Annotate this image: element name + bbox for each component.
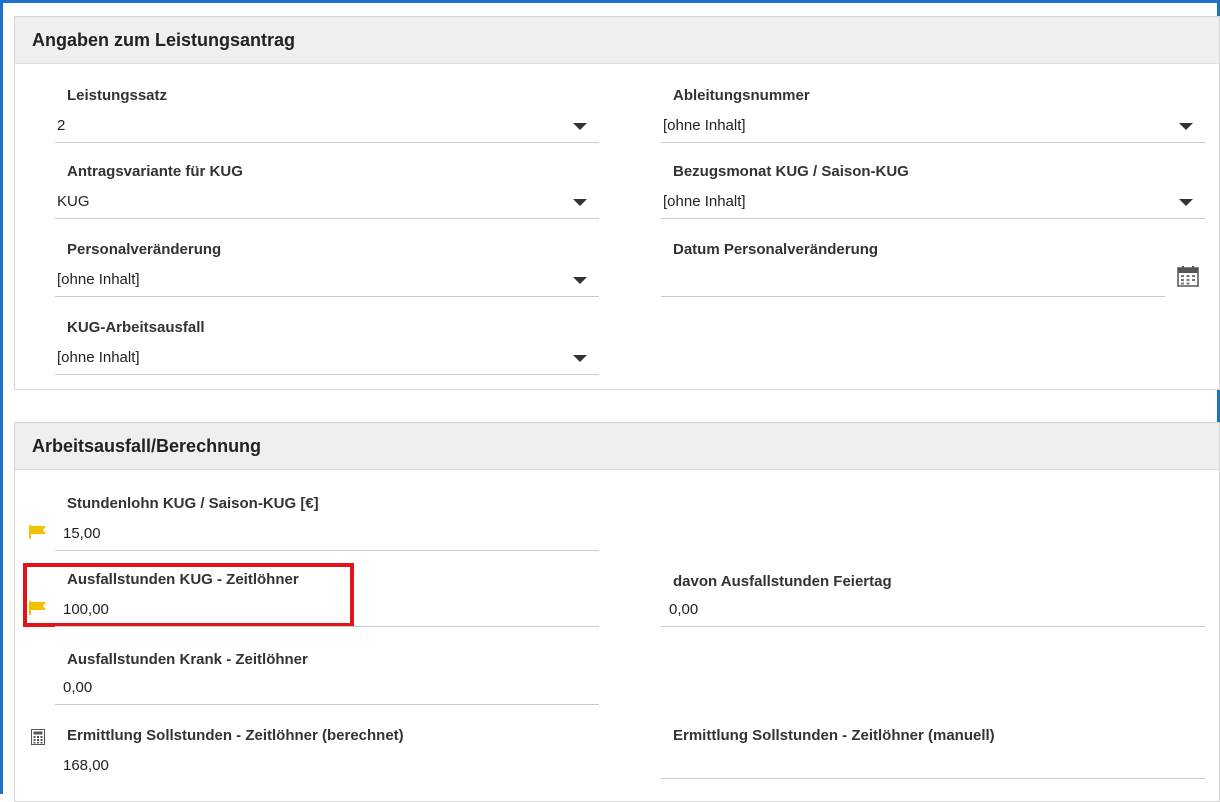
chevron-down-icon[interactable] [573, 355, 587, 362]
section-title: Arbeitsausfall/Berechnung [32, 436, 262, 456]
datum-personalveraenderung-input[interactable] [661, 267, 1167, 297]
field-underline [55, 218, 599, 219]
bezugsmonat-label: Bezugsmonat KUG / Saison-KUG [673, 163, 909, 180]
panel-header: Angaben zum Leistungsantrag [15, 17, 1219, 64]
field-underline [55, 550, 599, 551]
personalveraenderung-value: [ohne Inhalt] [57, 271, 140, 288]
personalveraenderung-select[interactable]: [ohne Inhalt] [55, 267, 601, 297]
ausfallstunden-kug-input[interactable]: 100,00 [55, 597, 601, 627]
sollstunden-manuell-label: Ermittlung Sollstunden - Zeitlöhner (man… [673, 727, 995, 744]
flag-icon [29, 525, 46, 539]
chevron-down-icon[interactable] [573, 123, 587, 130]
personalveraenderung-label: Personalveränderung [67, 241, 222, 258]
ausfallstunden-feiertag-label: davon Ausfallstunden Feiertag [673, 573, 892, 590]
ableitungsnummer-label: Ableitungsnummer [673, 87, 810, 104]
antragsvariante-value: KUG [57, 193, 90, 210]
panel-header: Arbeitsausfall/Berechnung [15, 423, 1219, 470]
field-underline [661, 296, 1165, 297]
field-underline [661, 142, 1205, 143]
sollstunden-berechnet-value: 168,00 [63, 757, 109, 774]
field-underline [55, 374, 599, 375]
ausfallstunden-krank-input[interactable]: 0,00 [55, 675, 601, 705]
field-underline [55, 142, 599, 143]
field-underline [661, 778, 1205, 779]
antragsvariante-select[interactable]: KUG [55, 189, 601, 219]
field-underline [661, 218, 1205, 219]
ausfallstunden-krank-value: 0,00 [63, 679, 93, 696]
field-underline [661, 626, 1205, 627]
ausfallstunden-kug-label: Ausfallstunden KUG - Zeitlöhner [67, 571, 299, 588]
chevron-down-icon[interactable] [1179, 199, 1193, 206]
sollstunden-berechnet-label: Ermittlung Sollstunden - Zeitlöhner (ber… [67, 727, 404, 744]
sollstunden-manuell-input[interactable] [661, 749, 1207, 779]
kug-arbeitsausfall-label: KUG-Arbeitsausfall [67, 319, 205, 336]
leistungssatz-select[interactable]: 2 [55, 113, 601, 143]
calculator-icon [31, 729, 45, 745]
kug-arbeitsausfall-select[interactable]: [ohne Inhalt] [55, 345, 601, 375]
ableitungsnummer-value: [ohne Inhalt] [663, 117, 746, 134]
kug-arbeitsausfall-value: [ohne Inhalt] [57, 349, 140, 366]
bezugsmonat-value: [ohne Inhalt] [663, 193, 746, 210]
field-underline [55, 704, 599, 705]
field-underline [55, 296, 599, 297]
stundenlohn-label: Stundenlohn KUG / Saison-KUG [€] [67, 495, 319, 512]
stundenlohn-input[interactable]: 15,00 [55, 521, 601, 551]
chevron-down-icon[interactable] [573, 277, 587, 284]
ableitungsnummer-select[interactable]: [ohne Inhalt] [661, 113, 1207, 143]
chevron-down-icon[interactable] [1179, 123, 1193, 130]
panel-leistungsantrag: Angaben zum Leistungsantrag Leistungssat… [14, 16, 1220, 390]
ausfallstunden-feiertag-input[interactable]: 0,00 [661, 597, 1207, 627]
leistungssatz-label: Leistungssatz [67, 87, 168, 104]
ausfallstunden-feiertag-value: 0,00 [669, 601, 699, 618]
flag-icon [29, 601, 46, 615]
field-underline [55, 626, 599, 627]
section-title: Angaben zum Leistungsantrag [32, 30, 296, 50]
stundenlohn-value: 15,00 [63, 525, 101, 542]
chevron-down-icon[interactable] [573, 199, 587, 206]
bezugsmonat-select[interactable]: [ohne Inhalt] [661, 189, 1207, 219]
ausfallstunden-kug-value: 100,00 [63, 601, 109, 618]
ausfallstunden-krank-label: Ausfallstunden Krank - Zeitlöhner [67, 651, 308, 668]
antragsvariante-label: Antragsvariante für KUG [67, 163, 243, 180]
calendar-icon[interactable] [1177, 265, 1199, 287]
leistungssatz-value: 2 [57, 117, 66, 134]
panel-arbeitsausfall: Arbeitsausfall/Berechnung Stundenlohn KU… [14, 422, 1220, 802]
datum-personalveraenderung-label: Datum Personalveränderung [673, 241, 879, 258]
